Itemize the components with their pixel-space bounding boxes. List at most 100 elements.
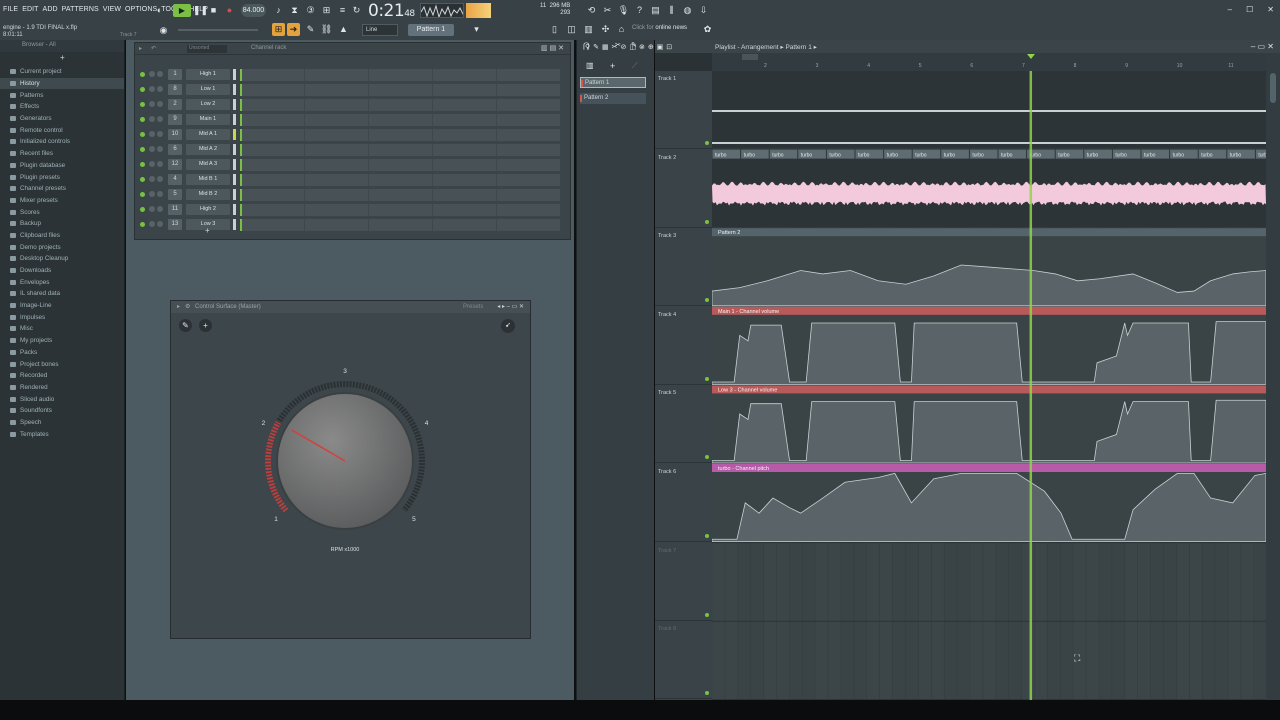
channel-name-button[interactable]: Mid A 1 bbox=[186, 129, 230, 140]
master-volume-knob-icon[interactable]: ◉ bbox=[157, 24, 170, 37]
track-header[interactable]: Track 8 bbox=[655, 621, 712, 700]
arrow-tool-icon[interactable]: ▾ bbox=[470, 23, 483, 36]
channel-select-indicator[interactable] bbox=[233, 84, 236, 95]
channel-pan-knob[interactable] bbox=[157, 101, 163, 107]
channel-mixer-track[interactable]: 12 bbox=[168, 159, 182, 170]
channel-pan-knob[interactable] bbox=[157, 131, 163, 137]
track-enable-led[interactable] bbox=[705, 376, 709, 381]
loop-region[interactable] bbox=[742, 54, 758, 60]
channel-pattern-area[interactable] bbox=[240, 144, 560, 156]
track-header[interactable]: Track 1 bbox=[655, 71, 712, 149]
stop-icon[interactable]: ■ bbox=[207, 4, 220, 17]
cut-icon[interactable]: ✂ bbox=[601, 4, 614, 17]
browser-item[interactable]: History bbox=[0, 77, 124, 90]
playlist-header[interactable]: ⚲✎▦✂⊘◫⊗⊕▣⊡ Playlist - Arrangement ▸ Patt… bbox=[585, 40, 1280, 53]
browser-item[interactable]: Plugin presets bbox=[0, 171, 124, 183]
channel-mixer-track[interactable]: 6 bbox=[168, 144, 182, 155]
browser-item[interactable]: Packs bbox=[0, 347, 124, 359]
online-news[interactable]: Click for online news bbox=[632, 25, 687, 31]
channel-mute-led[interactable] bbox=[140, 192, 145, 197]
pattern-pencil-icon[interactable]: ⟋ bbox=[632, 61, 638, 71]
browser-item[interactable]: Misc bbox=[0, 323, 124, 335]
channel-pattern-area[interactable] bbox=[240, 69, 560, 81]
chat-icon[interactable]: ◍ bbox=[681, 4, 694, 17]
channel-mixer-track[interactable]: 11 bbox=[168, 204, 182, 215]
channel-name-button[interactable]: Mid A 3 bbox=[186, 159, 230, 170]
mic-icon[interactable]: 🎙 bbox=[617, 4, 630, 17]
rack-swing-icon[interactable]: ↶ bbox=[151, 45, 156, 52]
cs-window-buttons[interactable]: ◂ ▸ – ▭ ✕ bbox=[497, 303, 524, 310]
tempo-display[interactable]: 84.000 bbox=[241, 4, 266, 17]
save-icon[interactable]: ▤ bbox=[649, 4, 662, 17]
pattern-item-1[interactable]: Pattern 1 bbox=[580, 77, 646, 88]
rack-window-buttons[interactable]: ▥ ▤ ✕ bbox=[541, 44, 564, 52]
channel-mixer-track[interactable]: 5 bbox=[168, 189, 182, 200]
new-pattern-icon[interactable]: ▯ bbox=[548, 23, 561, 36]
channel-mute-led[interactable] bbox=[140, 222, 145, 227]
channel-mute-led[interactable] bbox=[140, 72, 145, 77]
channel-name-button[interactable]: High 1 bbox=[186, 69, 230, 80]
channel-pattern-area[interactable] bbox=[240, 189, 560, 201]
channel-pattern-area[interactable] bbox=[240, 114, 560, 126]
channel-mute-led[interactable] bbox=[140, 162, 145, 167]
presets-button[interactable]: Presets bbox=[463, 304, 483, 310]
channel-select-indicator[interactable] bbox=[233, 114, 236, 125]
channel-mute-led[interactable] bbox=[140, 102, 145, 107]
undo-icon[interactable]: ⟲ bbox=[585, 4, 598, 17]
pencil-icon[interactable]: ✎ bbox=[304, 23, 317, 36]
channel-pan-knob[interactable] bbox=[157, 191, 163, 197]
browser-item[interactable]: Desktop Cleanup bbox=[0, 253, 124, 265]
browser-item[interactable]: Plugin database bbox=[0, 160, 124, 172]
browser-item[interactable]: IL shared data bbox=[0, 288, 124, 300]
playhead-marker-icon[interactable] bbox=[1026, 54, 1035, 59]
browser-item[interactable]: Demo projects bbox=[0, 241, 124, 253]
browser-item[interactable]: Project bones bbox=[0, 358, 124, 370]
pause-icon[interactable]: ❚❚ bbox=[193, 4, 208, 17]
countdown-icon[interactable]: ③ bbox=[304, 4, 317, 17]
channel-volume-knob[interactable] bbox=[149, 86, 155, 92]
channel-name-button[interactable]: Main 1 bbox=[186, 114, 230, 125]
browser-item[interactable]: Scores bbox=[0, 206, 124, 218]
channel-filter-select[interactable]: Unsorted bbox=[187, 45, 227, 53]
channel-name-button[interactable]: Mid B 1 bbox=[186, 174, 230, 185]
track-enable-led[interactable] bbox=[705, 219, 709, 224]
channel-pattern-area[interactable] bbox=[240, 204, 560, 216]
timeline-ruler[interactable]: 2 3 4 5 6 7 8 9 10 11 bbox=[712, 53, 1280, 71]
play-button[interactable]: ▶ bbox=[173, 4, 191, 17]
track-enable-led[interactable] bbox=[705, 298, 709, 303]
track-enable-led[interactable] bbox=[705, 141, 709, 145]
track-header[interactable]: Track 7 bbox=[655, 543, 712, 621]
browser-item[interactable]: Clipboard files bbox=[0, 230, 124, 242]
pattern-grid-icon[interactable]: ▥ bbox=[586, 61, 594, 70]
channel-mute-led[interactable] bbox=[140, 147, 145, 152]
browser-item[interactable]: Patterns bbox=[0, 89, 124, 101]
browser-header[interactable]: Browser - All bbox=[0, 40, 124, 52]
news-refresh-icon[interactable]: ✿ bbox=[701, 23, 714, 36]
track-header[interactable]: Track 4 bbox=[655, 307, 712, 385]
channel-select-indicator[interactable] bbox=[233, 174, 236, 185]
channel-volume-knob[interactable] bbox=[149, 176, 155, 182]
channel-pan-knob[interactable] bbox=[157, 71, 163, 77]
browser-item[interactable]: Downloads bbox=[0, 265, 124, 277]
mixer-icon[interactable]: ⫼ bbox=[665, 4, 678, 17]
channel-mixer-track[interactable]: 2 bbox=[168, 99, 182, 110]
channel-mixer-track[interactable]: 4 bbox=[168, 174, 182, 185]
browser-item[interactable]: Rendered bbox=[0, 382, 124, 394]
channel-mute-led[interactable] bbox=[140, 87, 145, 92]
wait-input-icon[interactable]: ⧗ bbox=[288, 4, 301, 17]
channel-pattern-area[interactable] bbox=[240, 129, 560, 141]
minimize-button[interactable]: – bbox=[1228, 5, 1232, 14]
snap-icon[interactable]: ⊞ bbox=[272, 23, 285, 36]
browser-item[interactable]: Image-Line bbox=[0, 300, 124, 312]
track-enable-led[interactable] bbox=[705, 455, 709, 460]
browser-item[interactable]: Soundfonts bbox=[0, 405, 124, 417]
channel-name-button[interactable]: Low 1 bbox=[186, 84, 230, 95]
browser-add-icon[interactable]: + bbox=[60, 53, 65, 62]
channel-select-indicator[interactable] bbox=[233, 99, 236, 110]
track-header[interactable]: Track 3 bbox=[655, 228, 712, 307]
channel-pan-knob[interactable] bbox=[157, 161, 163, 167]
browser-item[interactable]: Impulses bbox=[0, 311, 124, 323]
link-icon[interactable]: ⛓ bbox=[320, 23, 333, 36]
playlist-scrollbar[interactable] bbox=[1266, 53, 1280, 700]
close-button[interactable]: ✕ bbox=[1267, 5, 1274, 14]
